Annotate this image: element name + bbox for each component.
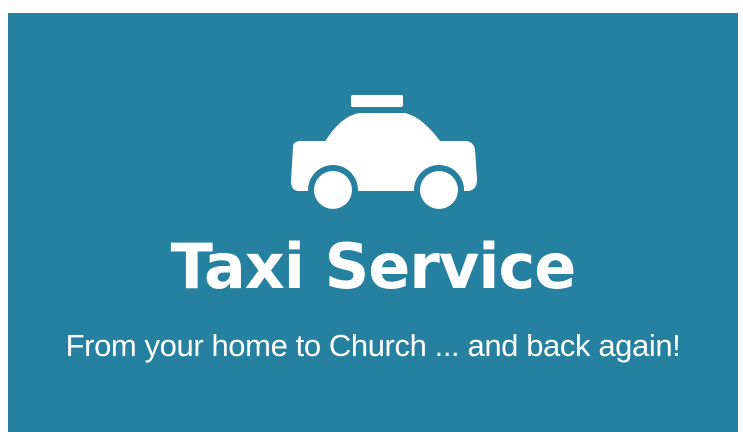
page-title: Taxi Service bbox=[170, 230, 577, 303]
tagline: From your home to Church ... and back ag… bbox=[65, 328, 681, 363]
taxi-car-icon bbox=[287, 95, 483, 215]
taxi-service-banner: Taxi Service From your home to Church ..… bbox=[8, 13, 738, 432]
